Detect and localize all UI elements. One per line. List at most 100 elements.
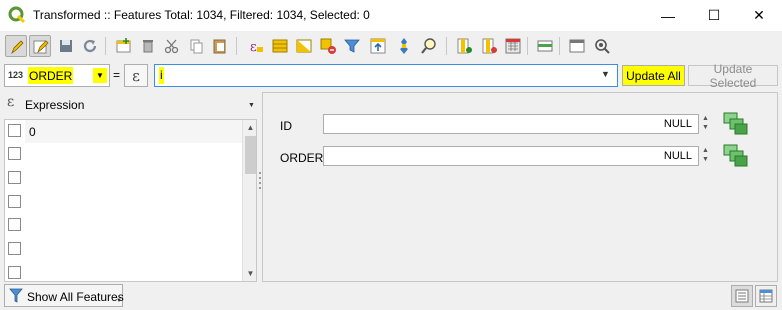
expression-input[interactable]: i ▼: [154, 64, 618, 87]
select-all-icon: [272, 39, 288, 53]
dock-table-icon: [569, 39, 585, 53]
actions-button[interactable]: [591, 35, 613, 57]
field-calculator-button[interactable]: [502, 35, 524, 57]
list-item[interactable]: [5, 262, 242, 281]
close-button[interactable]: ✕: [736, 0, 782, 31]
invert-selection-icon: [296, 39, 312, 53]
title-bar: Transformed :: Features Total: 1034, Fil…: [0, 0, 782, 31]
reload-icon: [83, 39, 97, 53]
row-checkbox[interactable]: [8, 242, 21, 255]
filter-select-icon: [344, 39, 360, 53]
update-all-button[interactable]: Update All: [622, 65, 685, 86]
move-selection-top-icon: [370, 38, 386, 54]
list-item-cell[interactable]: [25, 143, 242, 166]
add-feature-button[interactable]: [113, 35, 135, 57]
maximize-button[interactable]: ☐: [691, 0, 737, 31]
list-item-cell[interactable]: 0: [25, 120, 242, 143]
save-edits-button[interactable]: [55, 35, 77, 57]
conditional-formatting-button[interactable]: [534, 35, 556, 57]
show-all-features-button[interactable]: Show All Features ▼: [4, 284, 124, 307]
form-view-button[interactable]: [731, 285, 753, 307]
filter-select-button[interactable]: [341, 35, 363, 57]
minimize-button[interactable]: —: [645, 0, 691, 31]
row-checkbox[interactable]: [8, 171, 21, 184]
id-stepper[interactable]: ▲ ▼: [700, 114, 713, 134]
dock-table-button[interactable]: [566, 35, 588, 57]
field-calculator-icon: [505, 38, 521, 54]
scroll-up-icon[interactable]: ▲: [243, 120, 256, 135]
table-view-button[interactable]: [755, 285, 777, 307]
list-item[interactable]: [5, 214, 242, 237]
pan-to-selection-button[interactable]: [393, 35, 415, 57]
deselect-all-button[interactable]: [317, 35, 339, 57]
invert-selection-button[interactable]: [293, 35, 315, 57]
chevron-down-icon[interactable]: ▼: [116, 298, 122, 304]
row-checkbox[interactable]: [8, 195, 21, 208]
feature-list-panel: ε Expression ▼ 0 ▲ ▼: [0, 89, 259, 282]
list-item[interactable]: [5, 143, 242, 166]
new-field-icon: [457, 38, 472, 54]
chevron-down-icon[interactable]: ▼: [601, 69, 610, 79]
row-checkbox[interactable]: [8, 218, 21, 231]
row-checkbox[interactable]: [8, 147, 21, 160]
relation-link-icon[interactable]: [723, 112, 749, 136]
vertical-scrollbar[interactable]: ▲ ▼: [242, 120, 256, 281]
stepper-down-icon[interactable]: ▼: [702, 124, 709, 131]
display-expression-selector[interactable]: ε Expression ▼: [4, 93, 257, 115]
field-name: ORDER: [28, 67, 74, 84]
list-item-cell[interactable]: [25, 262, 242, 281]
paste-button[interactable]: [209, 35, 231, 57]
expression-value: i: [159, 67, 164, 84]
select-by-expression-button[interactable]: ε: [245, 35, 267, 57]
move-selection-top-button[interactable]: [367, 35, 389, 57]
id-field[interactable]: NULL: [323, 114, 699, 134]
row-checkbox[interactable]: [8, 266, 21, 279]
window-title: Transformed :: Features Total: 1034, Fil…: [33, 8, 370, 22]
select-all-button[interactable]: [269, 35, 291, 57]
expression-builder-button[interactable]: ε: [124, 64, 148, 87]
copy-icon: [190, 39, 203, 54]
chevron-down-icon[interactable]: ▼: [93, 68, 107, 83]
cut-button[interactable]: [161, 35, 183, 57]
copy-button[interactable]: [185, 35, 207, 57]
list-item[interactable]: 0: [5, 120, 242, 143]
list-item[interactable]: [5, 238, 242, 261]
delete-field-button[interactable]: [478, 35, 500, 57]
update-selected-button[interactable]: Update Selected: [688, 62, 778, 90]
zoom-to-selection-icon: [421, 38, 436, 54]
list-item[interactable]: [5, 167, 242, 190]
toggle-editing-icon: [11, 40, 24, 55]
list-item-cell[interactable]: [25, 167, 242, 190]
stepper-up-icon[interactable]: ▲: [702, 115, 709, 122]
order-field[interactable]: NULL: [323, 146, 699, 166]
conditional-formatting-icon: [537, 40, 553, 52]
delete-feature-button[interactable]: [137, 35, 159, 57]
chevron-down-icon[interactable]: ▼: [248, 102, 255, 109]
zoom-to-selection-button[interactable]: [418, 35, 440, 57]
list-item-cell[interactable]: [25, 214, 242, 237]
scrollbar-thumb[interactable]: [245, 136, 256, 174]
toggle-editing-button[interactable]: [5, 35, 27, 57]
toolbar-separator: [527, 37, 528, 55]
row-checkbox[interactable]: [8, 124, 21, 137]
scroll-down-icon[interactable]: ▼: [243, 266, 256, 281]
attribute-form: ID NULL ▲ ▼ ORDER NULL ▲ ▼: [262, 92, 778, 282]
new-field-button[interactable]: [453, 35, 475, 57]
relation-link-icon[interactable]: [723, 144, 749, 168]
list-item[interactable]: [5, 191, 242, 214]
list-item-cell[interactable]: [25, 191, 242, 214]
expression-label: Expression: [25, 98, 85, 112]
order-stepper[interactable]: ▲ ▼: [700, 146, 713, 166]
multi-edit-button[interactable]: [29, 35, 51, 57]
field-select[interactable]: 123 ORDER ▼: [4, 64, 110, 87]
stepper-up-icon[interactable]: ▲: [702, 147, 709, 154]
show-all-features-label: Show All Features: [27, 290, 124, 304]
stepper-down-icon[interactable]: ▼: [702, 156, 709, 163]
field-label-order: ORDER: [280, 151, 324, 165]
deselect-all-icon: [320, 38, 336, 54]
field-value: NULL: [663, 118, 692, 130]
list-item-cell[interactable]: [25, 238, 242, 261]
paste-icon: [213, 39, 226, 54]
reload-button[interactable]: [79, 35, 101, 57]
delete-feature-icon: [143, 40, 153, 53]
